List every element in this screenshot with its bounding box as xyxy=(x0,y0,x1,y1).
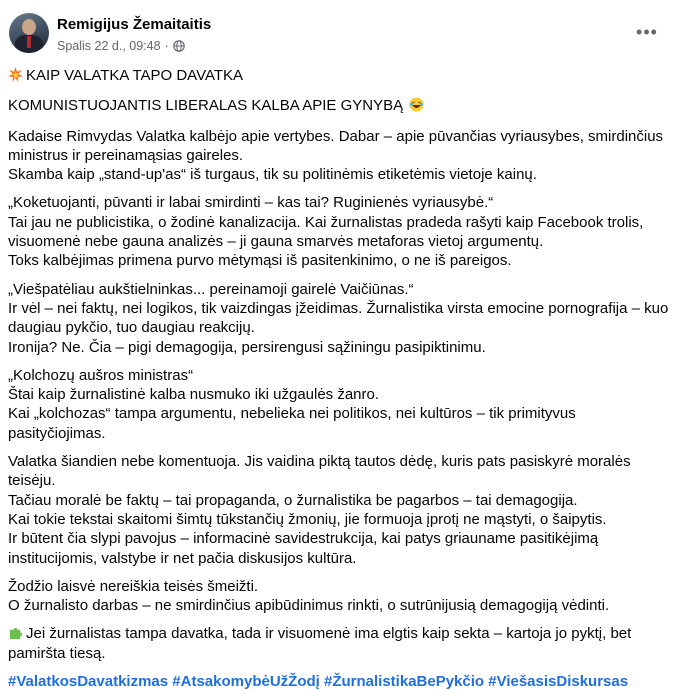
paragraph-line: „Kolchozų aušros ministras“ xyxy=(8,366,194,384)
paragraph-line: Kai „kolchozas“ tampa argumentu, nebelie… xyxy=(8,405,576,423)
paragraph-line: Valatka šiandien nebe komentuoja. Jis va… xyxy=(8,453,631,471)
post-title: KAIP VALATKA TAPO DAVATKA xyxy=(8,66,663,85)
paragraph-line: Skamba kaip „stand-up'as“ iš turgaus, ti… xyxy=(8,166,537,184)
paragraph-2: „Koketuojanti, pūvanti ir labai smirdint… xyxy=(8,193,663,270)
hashtag-link[interactable]: #AtsakomybėUžŽodį xyxy=(172,673,320,690)
post-heading: KOMUNISTUOJANTIS LIBERALAS KALBA APIE GY… xyxy=(8,96,663,115)
closing-line-text: Jei žurnalistas tampa davatka, tada ir v… xyxy=(26,625,632,643)
paragraph-line: Tai jau ne publicistika, o žodinė kanali… xyxy=(8,213,644,231)
paragraph-line: Tačiau moralė be faktų – tai propaganda,… xyxy=(8,491,578,509)
post-title-text: KAIP VALATKA TAPO DAVATKA xyxy=(26,67,244,84)
more-options-button[interactable]: ••• xyxy=(632,22,662,42)
post-meta: Spalis 22 d., 09:48 · xyxy=(57,39,185,53)
laughing-face-emoji-icon xyxy=(409,97,424,112)
hashtag-link[interactable]: #ViešasisDiskursas xyxy=(488,673,628,690)
paragraph-line: Jei žurnalistas tampa davatka, tada ir v… xyxy=(8,624,663,643)
paragraph-line: Kai tokie tekstai skaitomi šimtų tūkstan… xyxy=(8,510,607,528)
paragraph-line: „Koketuojanti, pūvanti ir labai smirdint… xyxy=(8,194,494,212)
paragraph-line: Kadaise Rimvydas Valatka kalbėjo apie ve… xyxy=(8,127,664,145)
hashtags: #ValatkosDavatkizmas #AtsakomybėUžŽodį #… xyxy=(8,672,663,691)
closing-paragraph: Jei žurnalistas tampa davatka, tada ir v… xyxy=(8,624,663,663)
collision-emoji-icon xyxy=(8,67,23,82)
post-content: KAIP VALATKA TAPO DAVATKA KOMUNISTUOJANT… xyxy=(8,62,669,691)
paragraph-line: visuomenė nebe gauna analizės – ji gauna… xyxy=(8,233,544,251)
meta-separator: · xyxy=(164,39,169,53)
post-date[interactable]: Spalis 22 d., 09:48 xyxy=(57,39,161,53)
post-heading-text: KOMUNISTUOJANTIS LIBERALAS KALBA APIE GY… xyxy=(8,97,404,115)
hashtag-link[interactable]: #ŽurnalistikaBePykčio xyxy=(324,673,484,690)
puzzle-piece-emoji-icon xyxy=(9,628,23,640)
paragraph-line: „Viešpatėliau aukštielninkas... pereinam… xyxy=(8,280,414,298)
author-name[interactable]: Remigijus Žemaitaitis xyxy=(57,16,211,33)
paragraph-line: daugiau pykčio, tuo daugiau reakcijų. xyxy=(8,319,255,337)
paragraph-line: O žurnalisto darbas – ne smirdinčius api… xyxy=(8,597,610,615)
paragraph-line: Štai kaip žurnalistinė kalba nusmuko iki… xyxy=(8,386,380,404)
paragraph-5: Valatka šiandien nebe komentuoja. Jis va… xyxy=(8,452,663,568)
paragraph-line: pasityčiojimas. xyxy=(8,424,106,442)
paragraph-4: „Kolchozų aušros ministras“ Štai kaip žu… xyxy=(8,366,663,443)
paragraph-3: „Viešpatėliau aukštielninkas... pereinam… xyxy=(8,280,669,357)
paragraph-line: Ironija? Ne. Čia – pigi demagogija, pers… xyxy=(8,338,486,356)
paragraph-line: teisėju. xyxy=(8,472,56,490)
paragraph-1: Kadaise Rimvydas Valatka kalbėjo apie ve… xyxy=(8,127,663,185)
paragraph-line: Ir būtent čia slypi pavojus – informacin… xyxy=(8,530,599,548)
hashtag-link[interactable]: #ValatkosDavatkizmas xyxy=(8,673,168,690)
paragraph-line: pamiršta tiesą. xyxy=(8,644,106,662)
paragraph-line: Ir vėl – nei faktų, nei logikos, tik vai… xyxy=(8,299,669,317)
paragraph-line: institucijomis, valstybe ir net pačia di… xyxy=(8,549,357,567)
paragraph-6: Žodžio laisvė nereiškia teisės šmeižti. … xyxy=(8,577,663,616)
avatar[interactable] xyxy=(9,13,49,53)
post-header: Remigijus Žemaitaitis Spalis 22 d., 09:4… xyxy=(0,0,673,60)
paragraph-line: Žodžio laisvė nereiškia teisės šmeižti. xyxy=(8,577,259,595)
paragraph-line: ministrus ir pereinamąsias gaireles. xyxy=(8,146,244,164)
globe-icon[interactable] xyxy=(172,40,185,52)
paragraph-line: Toks kalbėjimas primena purvo mėtymąsi i… xyxy=(8,252,512,270)
